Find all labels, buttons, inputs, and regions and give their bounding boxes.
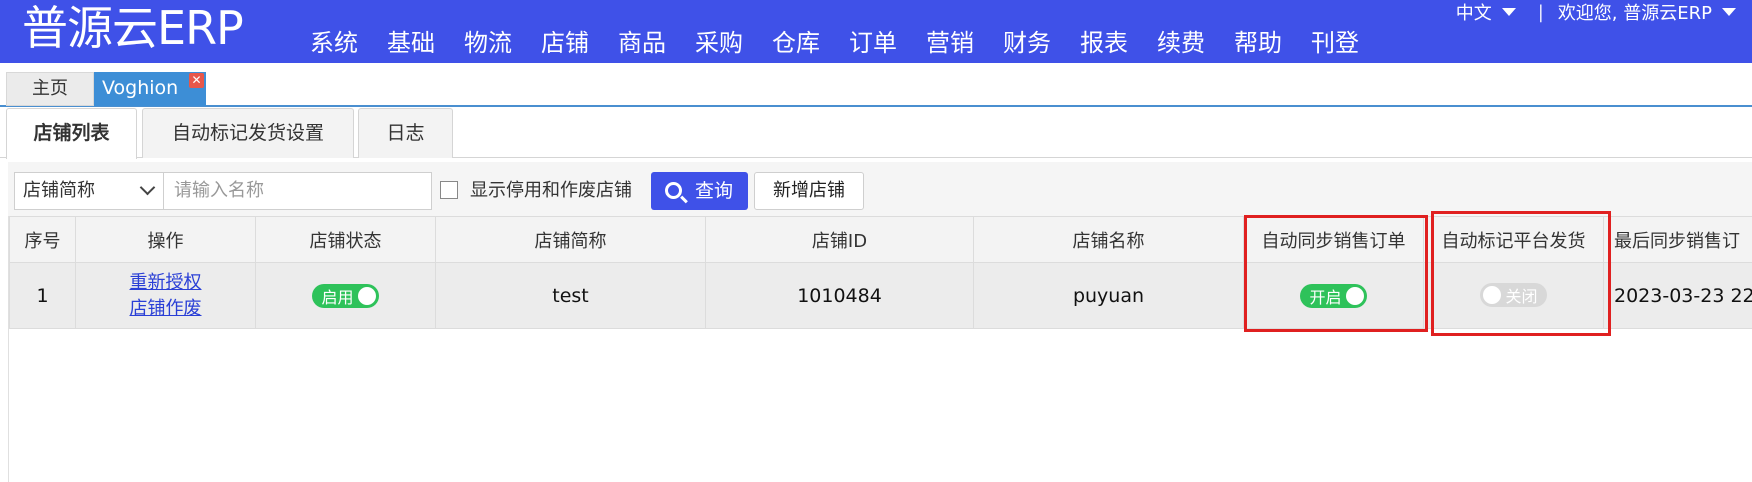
nav-item-system[interactable]: 系统 — [310, 26, 358, 60]
search-icon — [665, 182, 682, 199]
header-separator: | — [1537, 1, 1544, 23]
show-disabled-checkbox[interactable] — [440, 181, 458, 199]
row-store-id: 1010484 — [705, 262, 974, 329]
nav-item-warehouse[interactable]: 仓库 — [772, 26, 820, 60]
row-last-sync: 2023-03-23 22 — [1603, 262, 1752, 329]
store-table: 序号 操作 店铺状态 店铺简称 店铺ID 店铺名称 自动同步销售订单 自动标记平… — [9, 216, 1752, 329]
show-disabled-label: 显示停用和作废店铺 — [470, 180, 632, 201]
nav-item-product[interactable]: 商品 — [618, 26, 666, 60]
language-switcher[interactable]: 中文 — [1456, 0, 1516, 25]
tab-store-list[interactable]: 店铺列表 — [6, 108, 137, 159]
nav-item-report[interactable]: 报表 — [1080, 26, 1128, 60]
column-header: 序号 — [9, 216, 76, 263]
column-header: 店铺名称 — [973, 216, 1244, 263]
add-store-button[interactable]: 新增店铺 — [754, 172, 864, 210]
user-area: 中文 | 欢迎您, 普源云ERP — [1456, 0, 1736, 24]
toggle-knob — [1345, 286, 1364, 305]
page-tab-label: Voghion — [102, 77, 179, 99]
welcome-text: 欢迎您, 普源云ERP — [1557, 3, 1712, 24]
tab-log[interactable]: 日志 — [358, 108, 453, 158]
search-field-value: 店铺简称 — [23, 180, 95, 201]
nav-item-renew[interactable]: 续费 — [1157, 26, 1205, 60]
page-tab-home[interactable]: 主页 — [6, 72, 94, 106]
nav-item-marketing[interactable]: 营销 — [926, 26, 974, 60]
toggle-label: 关闭 — [1505, 286, 1538, 306]
main-nav: 系统 基础 物流 店铺 商品 采购 仓库 订单 营销 财务 报表 续费 帮助 刊… — [310, 26, 1388, 60]
sub-tab-bar: 店铺列表 自动标记发货设置 日志 — [0, 108, 1752, 159]
toggle-knob — [1483, 285, 1502, 304]
store-table-area: 序号 操作 店铺状态 店铺简称 店铺ID 店铺名称 自动同步销售订单 自动标记平… — [8, 216, 1752, 482]
row-auto-mark: 关闭 — [1423, 262, 1604, 329]
row-status: 启用 — [255, 262, 436, 329]
toggle-label: 启用 — [321, 287, 354, 307]
row-store-name: puyuan — [973, 262, 1244, 329]
row-short-name: test — [435, 262, 706, 329]
caret-down-icon — [1501, 8, 1516, 16]
table-row: 1 重新授权 店铺作废 启用 test 1010484 puyuan 开启 关闭… — [9, 262, 1752, 329]
table-header-row: 序号 操作 店铺状态 店铺简称 店铺ID 店铺名称 自动同步销售订单 自动标记平… — [9, 216, 1752, 263]
reauthorize-link[interactable]: 重新授权 — [77, 270, 255, 296]
auto-sync-toggle[interactable]: 开启 — [1300, 283, 1367, 308]
column-header: 店铺简称 — [435, 216, 706, 263]
page-tab-voghion[interactable]: Voghion ✕ — [94, 72, 206, 106]
search-field-select[interactable]: 店铺简称 — [14, 172, 164, 210]
filter-toolbar: 店铺简称 请输入名称 显示停用和作废店铺 查询 新增店铺 — [8, 162, 1752, 216]
close-icon[interactable]: ✕ — [189, 73, 204, 88]
user-menu[interactable]: 欢迎您, 普源云ERP — [1558, 0, 1736, 25]
column-header: 自动标记平台发货 — [1423, 216, 1604, 263]
language-label: 中文 — [1455, 3, 1492, 24]
auto-mark-toggle[interactable]: 关闭 — [1480, 282, 1547, 307]
tab-auto-mark-settings[interactable]: 自动标记发货设置 — [142, 108, 354, 158]
app-logo: 普源云ERP — [22, 1, 244, 55]
nav-item-publish[interactable]: 刊登 — [1311, 26, 1359, 60]
row-auto-sync: 开启 — [1243, 262, 1424, 329]
void-store-link[interactable]: 店铺作废 — [77, 296, 255, 322]
column-header: 最后同步销售订 — [1603, 216, 1752, 263]
search-input[interactable]: 请输入名称 — [163, 172, 432, 210]
page-tab-bar: 主页 Voghion ✕ — [0, 63, 1752, 107]
query-button[interactable]: 查询 — [651, 172, 748, 210]
column-header: 自动同步销售订单 — [1243, 216, 1424, 263]
column-header: 操作 — [75, 216, 256, 263]
row-index: 1 — [9, 262, 76, 329]
nav-item-order[interactable]: 订单 — [849, 26, 897, 60]
column-header: 店铺ID — [705, 216, 974, 263]
nav-item-basic[interactable]: 基础 — [387, 26, 435, 60]
nav-item-help[interactable]: 帮助 — [1234, 26, 1282, 60]
nav-item-store[interactable]: 店铺 — [541, 26, 589, 60]
chevron-down-icon — [139, 179, 156, 196]
caret-down-icon — [1722, 8, 1736, 16]
query-button-label: 查询 — [695, 180, 734, 202]
nav-item-purchase[interactable]: 采购 — [695, 26, 743, 60]
row-actions: 重新授权 店铺作废 — [75, 262, 256, 329]
toggle-knob — [357, 286, 376, 305]
nav-item-logistics[interactable]: 物流 — [464, 26, 512, 60]
toggle-label: 开启 — [1309, 287, 1342, 307]
store-status-toggle[interactable]: 启用 — [312, 283, 379, 308]
column-header: 店铺状态 — [255, 216, 436, 263]
top-header: 普源云ERP 系统 基础 物流 店铺 商品 采购 仓库 订单 营销 财务 报表 … — [0, 0, 1752, 63]
nav-item-finance[interactable]: 财务 — [1003, 26, 1051, 60]
